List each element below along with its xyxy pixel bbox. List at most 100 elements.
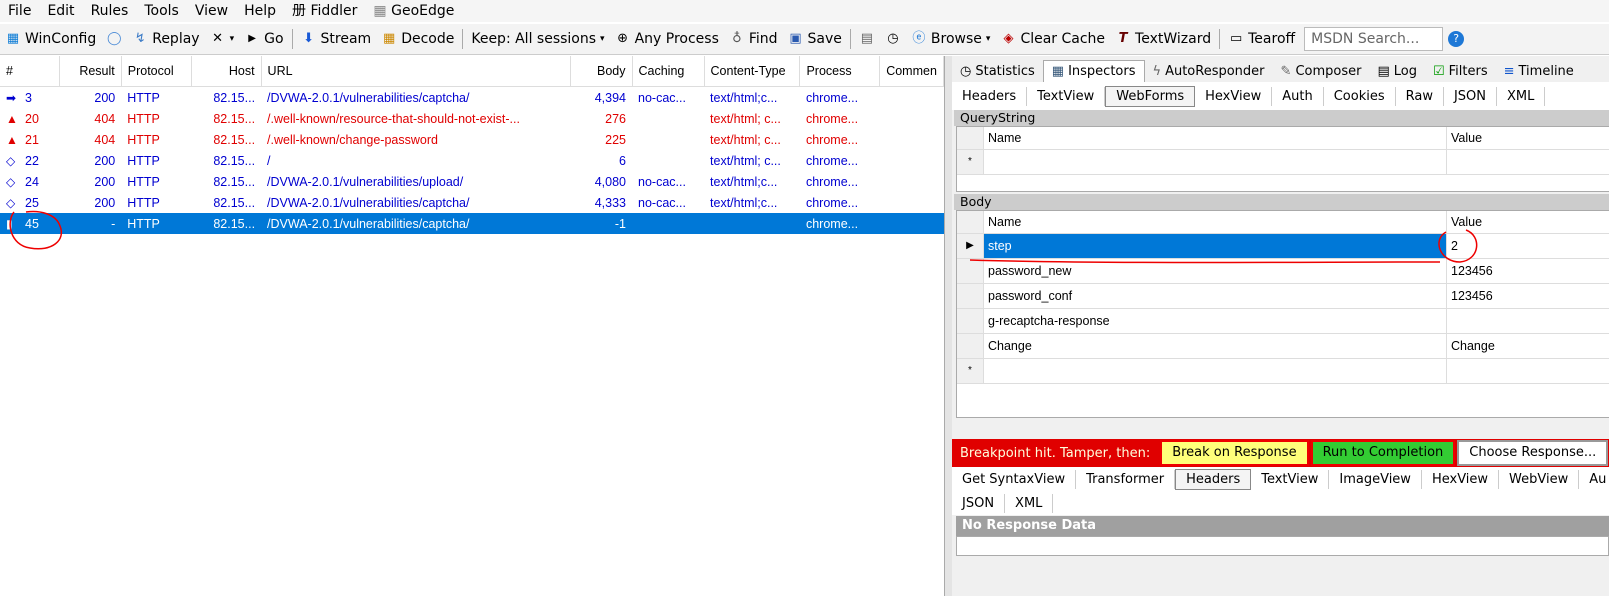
- session-status-icon: ▲: [6, 132, 18, 147]
- menu-edit[interactable]: Edit: [39, 0, 82, 22]
- row-selector[interactable]: ▶: [957, 234, 984, 258]
- winconfig-button[interactable]: ▦ WinConfig: [0, 26, 101, 52]
- row-selector[interactable]: [957, 309, 984, 333]
- response-tabs-row2: JSON XML: [952, 491, 1609, 515]
- keep-sessions-dropdown[interactable]: Keep: All sessions ▾: [466, 26, 609, 52]
- col-body[interactable]: Body: [570, 56, 633, 87]
- req-tab-webforms[interactable]: WebForms: [1105, 85, 1196, 107]
- tab-autoresponder[interactable]: ϟ AutoResponder: [1145, 61, 1273, 82]
- session-row[interactable]: ▮ 45- HTTP 82.15.../DVWA-2.0.1/vulnerabilit…: [0, 213, 944, 234]
- col-result[interactable]: Result: [59, 56, 122, 87]
- body-field-value[interactable]: 123456: [1447, 259, 1609, 283]
- decode-button[interactable]: ▦ Decode: [376, 26, 459, 52]
- tearoff-button[interactable]: ▭ Tearoff: [1223, 26, 1300, 52]
- menu-tools[interactable]: Tools: [136, 0, 187, 22]
- col-url[interactable]: URL: [261, 56, 571, 87]
- menu-fiddler[interactable]: 册 Fiddler: [284, 0, 365, 22]
- resp-tab-headers[interactable]: Headers: [1175, 468, 1252, 490]
- row-selector[interactable]: [957, 259, 984, 283]
- resp-tab-textview[interactable]: TextView: [1251, 469, 1330, 489]
- session-row[interactable]: ➡ 3 200 HTTP 82.15.../DVWA-2.0.1/vulnerabili…: [0, 87, 944, 109]
- menu-help[interactable]: Help: [236, 0, 284, 22]
- find-button[interactable]: ♁ Find: [724, 26, 783, 52]
- resp-tab-json[interactable]: JSON: [952, 493, 1006, 513]
- tab-inspectors[interactable]: ▦ Inspectors: [1042, 60, 1145, 82]
- textwizard-icon: T: [1118, 31, 1128, 46]
- body-field-name[interactable]: password_new: [984, 259, 1447, 283]
- resp-tab-webview[interactable]: WebView: [1499, 469, 1580, 489]
- comment-button[interactable]: ◯: [101, 26, 127, 52]
- col-process[interactable]: Process: [799, 56, 881, 87]
- session-status-icon: ▲: [6, 111, 18, 126]
- body-row[interactable]: ▶ step 2: [957, 234, 1609, 259]
- menu-rules[interactable]: Rules: [83, 0, 137, 22]
- menu-view[interactable]: View: [187, 0, 236, 22]
- tab-log[interactable]: ▤ Log: [1369, 61, 1425, 82]
- body-field-value[interactable]: 123456: [1447, 284, 1609, 308]
- req-tab-headers[interactable]: Headers: [952, 86, 1028, 106]
- tab-timeline[interactable]: ≡ Timeline: [1496, 61, 1582, 82]
- req-tab-hexview[interactable]: HexView: [1195, 86, 1273, 106]
- body-row[interactable]: g-recaptcha-response: [957, 309, 1609, 334]
- session-row[interactable]: ▲ 21 404 HTTP 82.15.../.well-known/change-pa…: [0, 129, 944, 150]
- col-host[interactable]: Host: [191, 56, 262, 87]
- replay-button[interactable]: ↯ Replay: [127, 26, 204, 52]
- remove-button[interactable]: ✕ ▾: [205, 26, 240, 52]
- stream-button[interactable]: ⬇ Stream: [296, 26, 377, 52]
- body-field-name[interactable]: password_conf: [984, 284, 1447, 308]
- resp-tab-xml[interactable]: XML: [1005, 493, 1054, 513]
- col-comments[interactable]: Commen: [879, 56, 944, 87]
- tab-filters[interactable]: ☑ Filters: [1425, 61, 1496, 82]
- textwizard-button[interactable]: T TextWizard: [1110, 26, 1216, 52]
- tab-statistics[interactable]: ◷ Statistics: [952, 61, 1043, 82]
- resp-tab-hexview[interactable]: HexView: [1422, 469, 1500, 489]
- browse-button[interactable]: ⓔ Browse ▾: [906, 26, 996, 52]
- col-num[interactable]: #: [0, 56, 60, 87]
- no-response-banner: No Response Data: [956, 516, 1609, 536]
- session-row[interactable]: ◇ 22 200 HTTP 82.15.../6 text/html; c... chrom…: [0, 150, 944, 171]
- session-row[interactable]: ▲ 20 404 HTTP 82.15.../.well-known/resource-…: [0, 108, 944, 129]
- body-field-value[interactable]: Change: [1447, 334, 1609, 358]
- run-to-completion-button[interactable]: Run to Completion: [1310, 440, 1456, 466]
- body-field-name[interactable]: Change: [984, 334, 1447, 358]
- req-tab-auth[interactable]: Auth: [1272, 86, 1324, 106]
- body-row[interactable]: Change Change: [957, 334, 1609, 359]
- msdn-search-input[interactable]: MSDN Search...: [1304, 27, 1444, 51]
- tab-composer[interactable]: ✎ Composer: [1273, 61, 1370, 82]
- col-caching[interactable]: Caching: [632, 56, 705, 87]
- req-tab-textview[interactable]: TextView: [1027, 86, 1106, 106]
- timer-button[interactable]: ◷: [880, 26, 906, 52]
- session-row[interactable]: ◇ 24 200 HTTP 82.15.../DVWA-2.0.1/vulnerabil…: [0, 171, 944, 192]
- resp-tab-transformer[interactable]: Transformer: [1076, 469, 1176, 489]
- help-button[interactable]: ?: [1443, 26, 1469, 52]
- body-field-value[interactable]: 2: [1447, 234, 1609, 258]
- row-selector[interactable]: [957, 284, 984, 308]
- col-content-type[interactable]: Content-Type: [704, 56, 801, 87]
- body-row[interactable]: password_conf 123456: [957, 284, 1609, 309]
- body-row[interactable]: password_new 123456: [957, 259, 1609, 284]
- go-button[interactable]: ▶ Go: [239, 26, 288, 52]
- querystring-new-row[interactable]: *: [957, 150, 1609, 175]
- col-protocol[interactable]: Protocol: [121, 56, 192, 87]
- resp-tab-auth[interactable]: Au: [1579, 470, 1609, 489]
- crosshair-icon: ⊕: [617, 31, 629, 46]
- req-tab-cookies[interactable]: Cookies: [1324, 86, 1396, 106]
- menu-file[interactable]: File: [0, 0, 39, 22]
- break-on-response-button[interactable]: Break on Response: [1160, 440, 1309, 466]
- resp-tab-imageview[interactable]: ImageView: [1329, 469, 1422, 489]
- row-selector[interactable]: [957, 334, 984, 358]
- body-field-name[interactable]: step: [984, 234, 1447, 258]
- resp-tab-syntaxview[interactable]: Get SyntaxView: [952, 469, 1077, 489]
- clear-cache-button[interactable]: ◈ Clear Cache: [995, 26, 1110, 52]
- choose-response-dropdown[interactable]: Choose Response...: [1457, 440, 1609, 466]
- save-button[interactable]: ▣ Save: [783, 26, 847, 52]
- menu-geoedge[interactable]: ▦ GeoEdge: [365, 0, 462, 22]
- req-tab-xml[interactable]: XML: [1497, 86, 1546, 106]
- body-new-row[interactable]: *: [957, 359, 1609, 384]
- body-field-name[interactable]: g-recaptcha-response: [984, 309, 1447, 333]
- any-process-button[interactable]: ⊕ Any Process: [610, 26, 724, 52]
- req-tab-json[interactable]: JSON: [1444, 86, 1498, 106]
- screenshot-button[interactable]: ▤: [854, 26, 880, 52]
- req-tab-raw[interactable]: Raw: [1396, 86, 1444, 106]
- session-row[interactable]: ◇ 25 200 HTTP 82.15.../DVWA-2.0.1/vulnerabil…: [0, 192, 944, 213]
